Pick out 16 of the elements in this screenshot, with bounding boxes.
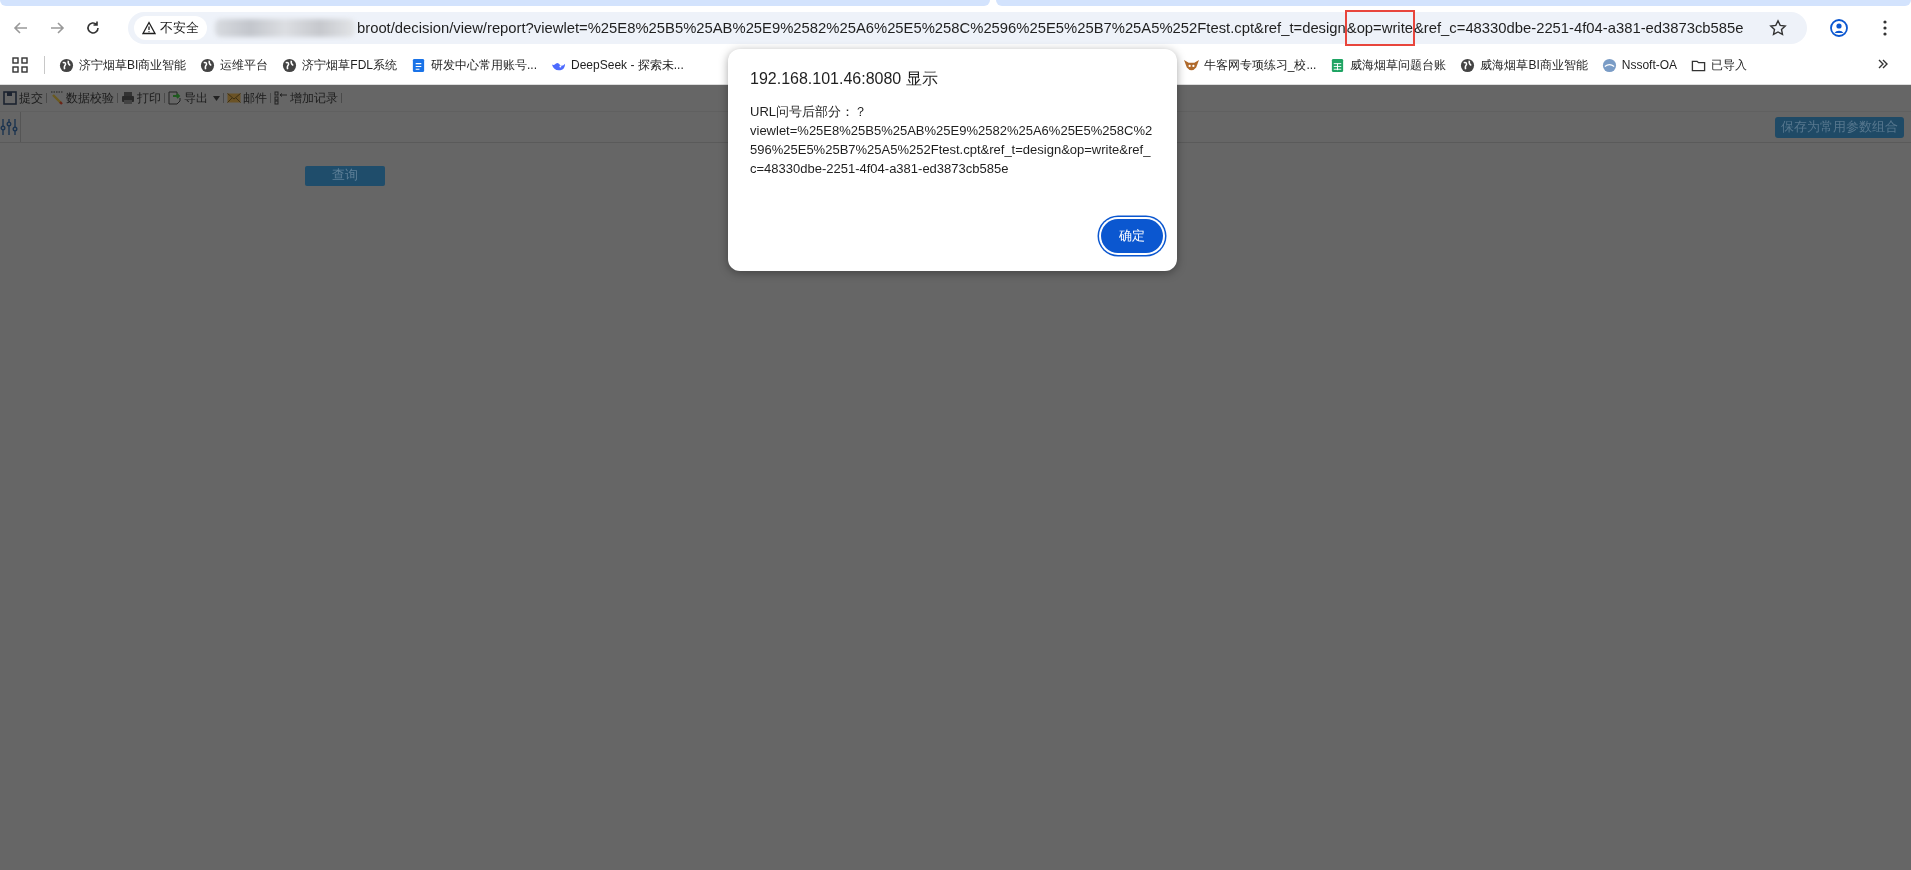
bookmark[interactable]: 研发中心常用账号... [405,52,544,78]
bookmark[interactable]: Nssoft-OA [1595,53,1684,77]
bookmark[interactable]: DeepSeek - 探索未... [545,52,690,78]
highlighted-url-text: &op=write [1344,10,1415,46]
bookmark[interactable]: 已导入 [1685,52,1754,78]
bookmark[interactable]: 济宁烟草BI商业智能 [53,52,193,78]
security-chip[interactable]: 不安全 [134,16,207,40]
dialog-title: 192.168.101.46:8080 显示 [750,69,939,89]
bookmark[interactable]: 威海烟草问题台账 [1324,52,1453,78]
bookmark[interactable]: 济宁烟草FDL系统 [276,52,403,78]
bookmark[interactable]: 威海烟草BI商业智能 [1454,52,1594,78]
bookmark[interactable]: 牛客网专项练习_校... [1177,52,1323,78]
bookmark[interactable]: 运维平台 [194,52,275,78]
dialog-message: URL问号后部分：？ viewlet=%25E8%25B5%25AB%25E9%2582%25A6%25E5%258C%2596%25E5%25B7%25A5%252Ftest.cpt&ref_t=design&op=write&ref_c=48330dbe-2251-4f04-a381-ed3873cb585e [750,103,1154,178]
ok-button[interactable]: 确定 [1101,219,1163,253]
url-text: broot/decision/view/report?viewlet=%25E8%25B5%25AB%25E9%2582%25A6%25E5%258C%2596%25E5%25B7%25A5%252Ftest.cpt&ref_t=design [357,20,1346,36]
